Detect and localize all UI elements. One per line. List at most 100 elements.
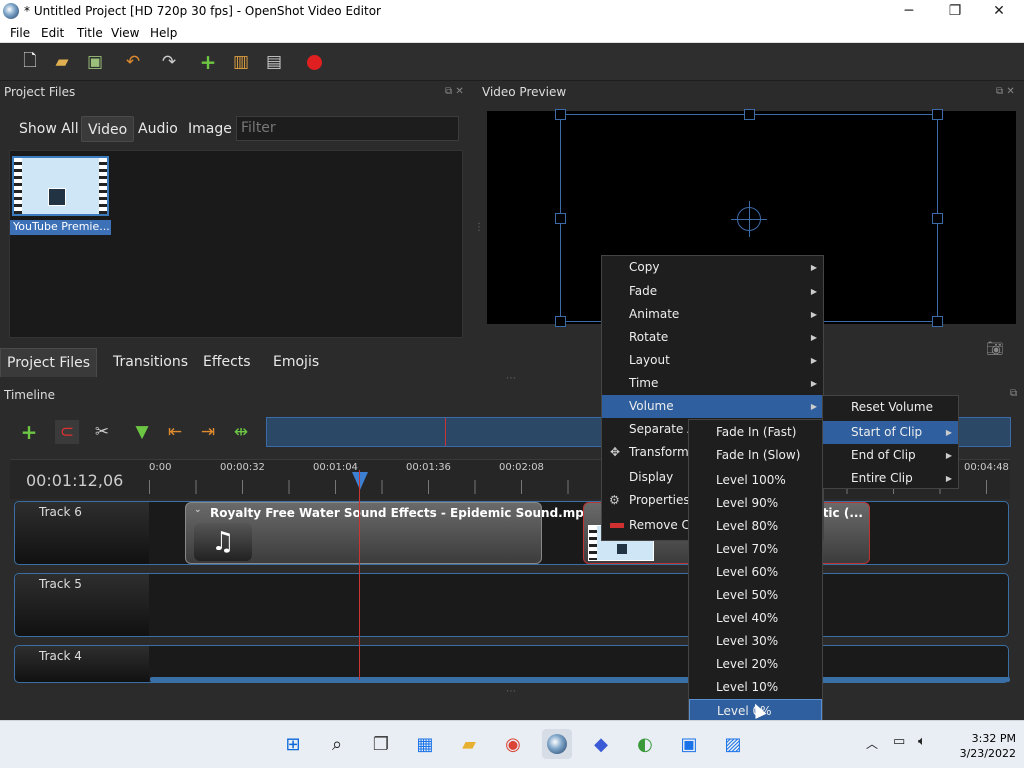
center-playhead-icon[interactable]: ⇹	[229, 420, 253, 444]
video-file-label[interactable]: YouTube Premie...	[10, 220, 111, 235]
menu-help[interactable]: Help	[150, 26, 177, 40]
main-toolbar: 🗋 ▰ ▣ ↶ ↷ + ▥ ▤	[0, 44, 1024, 81]
volume-icon[interactable]: 🔈︎	[918, 734, 926, 749]
window-title: * Untitled Project [HD 720p 30 fps] - Op…	[24, 4, 381, 18]
video-file-thumbnail[interactable]	[12, 156, 109, 216]
camera-icon[interactable]: 📷︎	[986, 341, 1004, 357]
track-4-label: Track 4	[15, 646, 149, 682]
choose-profile-icon[interactable]: ▥	[229, 50, 253, 74]
menu-item-level-100[interactable]: Level 100%	[689, 469, 822, 492]
timeline-dock-icon[interactable]: ⧉	[1010, 388, 1017, 399]
redo-icon[interactable]: ↷	[157, 50, 181, 74]
add-track-icon[interactable]: +	[17, 420, 41, 444]
splitter-handle[interactable]: ⋮	[474, 222, 484, 233]
menu-title[interactable]: Title	[77, 26, 103, 40]
maximize-button[interactable]: ❐	[932, 0, 978, 23]
task-view-icon[interactable]: ❐	[366, 729, 396, 759]
previous-marker-icon[interactable]: ⇤	[163, 420, 187, 444]
system-clock[interactable]: 3:32 PM 3/23/2022	[960, 731, 1016, 761]
app-icon-2[interactable]: ◐	[630, 729, 660, 759]
razor-icon[interactable]: ✂	[90, 420, 114, 444]
timeline-scrollbar[interactable]	[150, 677, 1010, 682]
menu-item-reset-volume[interactable]: Reset Volume	[823, 396, 958, 419]
menu-item-level-50[interactable]: Level 50%	[689, 584, 822, 607]
menu-item-fade-in-slow[interactable]: Fade In (Slow)	[689, 444, 822, 467]
menu-item-entire-clip[interactable]: Entire Clip ▶	[823, 467, 958, 490]
menu-item-volume[interactable]: Volume ▶	[602, 395, 823, 418]
ruler-tick: 00:01:36	[406, 462, 451, 473]
track-5[interactable]: Track 5	[14, 573, 1009, 637]
file-explorer-icon[interactable]: ▰	[454, 729, 484, 759]
menu-item-start-of-clip[interactable]: Start of Clip ▶	[823, 421, 958, 444]
menu-item-level-70[interactable]: Level 70%	[689, 538, 822, 561]
photos-icon[interactable]: ▨	[718, 729, 748, 759]
menu-file[interactable]: File	[10, 26, 30, 40]
audio-clip[interactable]: ⌄ Royalty Free Water Sound Effects - Epi…	[185, 502, 592, 564]
playhead-line	[359, 470, 360, 680]
network-icon[interactable]: ▭	[893, 734, 905, 749]
chrome-icon[interactable]: ◉	[498, 729, 528, 759]
menu-item-level-10[interactable]: Level 10%	[689, 676, 822, 699]
video-preview-dock-icons[interactable]: ⧉ ✕	[996, 86, 1015, 97]
filter-image[interactable]: Image	[182, 116, 238, 142]
add-marker-icon[interactable]: ▼	[130, 420, 154, 444]
menu-item-fade-in-fast[interactable]: Fade In (Fast)	[689, 421, 822, 444]
clock-date: 3/23/2022	[959, 747, 1016, 760]
splitter-handle-h[interactable]: ⋯	[506, 373, 516, 384]
menu-item-level-80[interactable]: Level 80%	[689, 515, 822, 538]
menu-item-rotate[interactable]: Rotate ▶	[602, 326, 823, 349]
open-project-icon[interactable]: ▰	[50, 50, 74, 74]
app-icon-3[interactable]: ▣	[674, 729, 704, 759]
chevron-up-icon[interactable]: ︿	[866, 735, 878, 752]
snapping-icon[interactable]: ⊂	[55, 420, 79, 444]
tab-transitions[interactable]: Transitions	[107, 348, 194, 377]
widgets-icon[interactable]: ▦	[410, 729, 440, 759]
menu-item-fade[interactable]: Fade ▶	[602, 280, 823, 303]
tab-effects[interactable]: Effects	[197, 348, 257, 377]
tab-emojis[interactable]: Emojis	[267, 348, 325, 377]
filter-video[interactable]: Video	[81, 116, 135, 142]
project-files-header: Project Files	[4, 85, 76, 99]
menu-view[interactable]: View	[111, 26, 139, 40]
close-button[interactable]: ✕	[976, 0, 1022, 23]
import-files-icon[interactable]: +	[196, 50, 220, 74]
app-icon-1[interactable]: ◆	[586, 729, 616, 759]
menu-item-level-90[interactable]: Level 90%	[689, 492, 822, 515]
minimize-button[interactable]: ─	[886, 0, 932, 23]
menu-item-level-40[interactable]: Level 40%	[689, 607, 822, 630]
filter-audio[interactable]: Audio	[132, 116, 184, 142]
openshot-taskbar-icon[interactable]	[542, 729, 572, 759]
timecode-display: 00:01:12,06	[26, 471, 124, 490]
timeline-header: Timeline	[4, 388, 56, 402]
menu-item-copy[interactable]: Copy ▶	[602, 256, 823, 279]
project-files-dock-icons[interactable]: ⧉ ✕	[445, 86, 464, 97]
windows-start-icon[interactable]: ⊞	[278, 729, 308, 759]
menu-item-level-60[interactable]: Level 60%	[689, 561, 822, 584]
menu-item-level-30[interactable]: Level 30%	[689, 630, 822, 653]
undo-icon[interactable]: ↶	[121, 50, 145, 74]
ruler-tick: 00:01:04	[313, 462, 358, 473]
clip-menu-icon[interactable]: ⌄	[194, 505, 202, 515]
menu-item-animate[interactable]: Animate ▶	[602, 303, 823, 326]
fullscreen-icon[interactable]: ▤	[262, 50, 286, 74]
clock-time: 3:32 PM	[971, 732, 1016, 745]
menu-item-end-of-clip[interactable]: End of Clip ▶	[823, 444, 958, 467]
video-thumbnail-icon	[48, 188, 66, 206]
menu-item-level-20[interactable]: Level 20%	[689, 653, 822, 676]
file-filter-tabs: Show All Video Audio Image	[13, 116, 238, 142]
menu-item-time[interactable]: Time ▶	[602, 372, 823, 395]
save-project-icon[interactable]: ▣	[83, 50, 107, 74]
menu-item-layout[interactable]: Layout ▶	[602, 349, 823, 372]
filter-input[interactable]: Filter	[236, 116, 459, 141]
export-video-icon[interactable]	[302, 50, 326, 74]
track-6[interactable]: Track 6 ⌄ Royalty Free Water Sound Effec…	[14, 501, 1009, 565]
new-project-icon[interactable]: 🗋	[18, 50, 42, 74]
tab-project-files[interactable]: Project Files	[0, 348, 98, 377]
splitter-handle-bottom[interactable]: ⋯	[506, 686, 516, 697]
filter-show-all[interactable]: Show All	[13, 116, 85, 142]
video-preview-header: Video Preview	[482, 85, 567, 99]
menu-edit[interactable]: Edit	[41, 26, 64, 40]
search-icon[interactable]: ⌕	[322, 729, 352, 759]
transform-icon: ✥	[610, 445, 621, 459]
next-marker-icon[interactable]: ⇥	[196, 420, 220, 444]
